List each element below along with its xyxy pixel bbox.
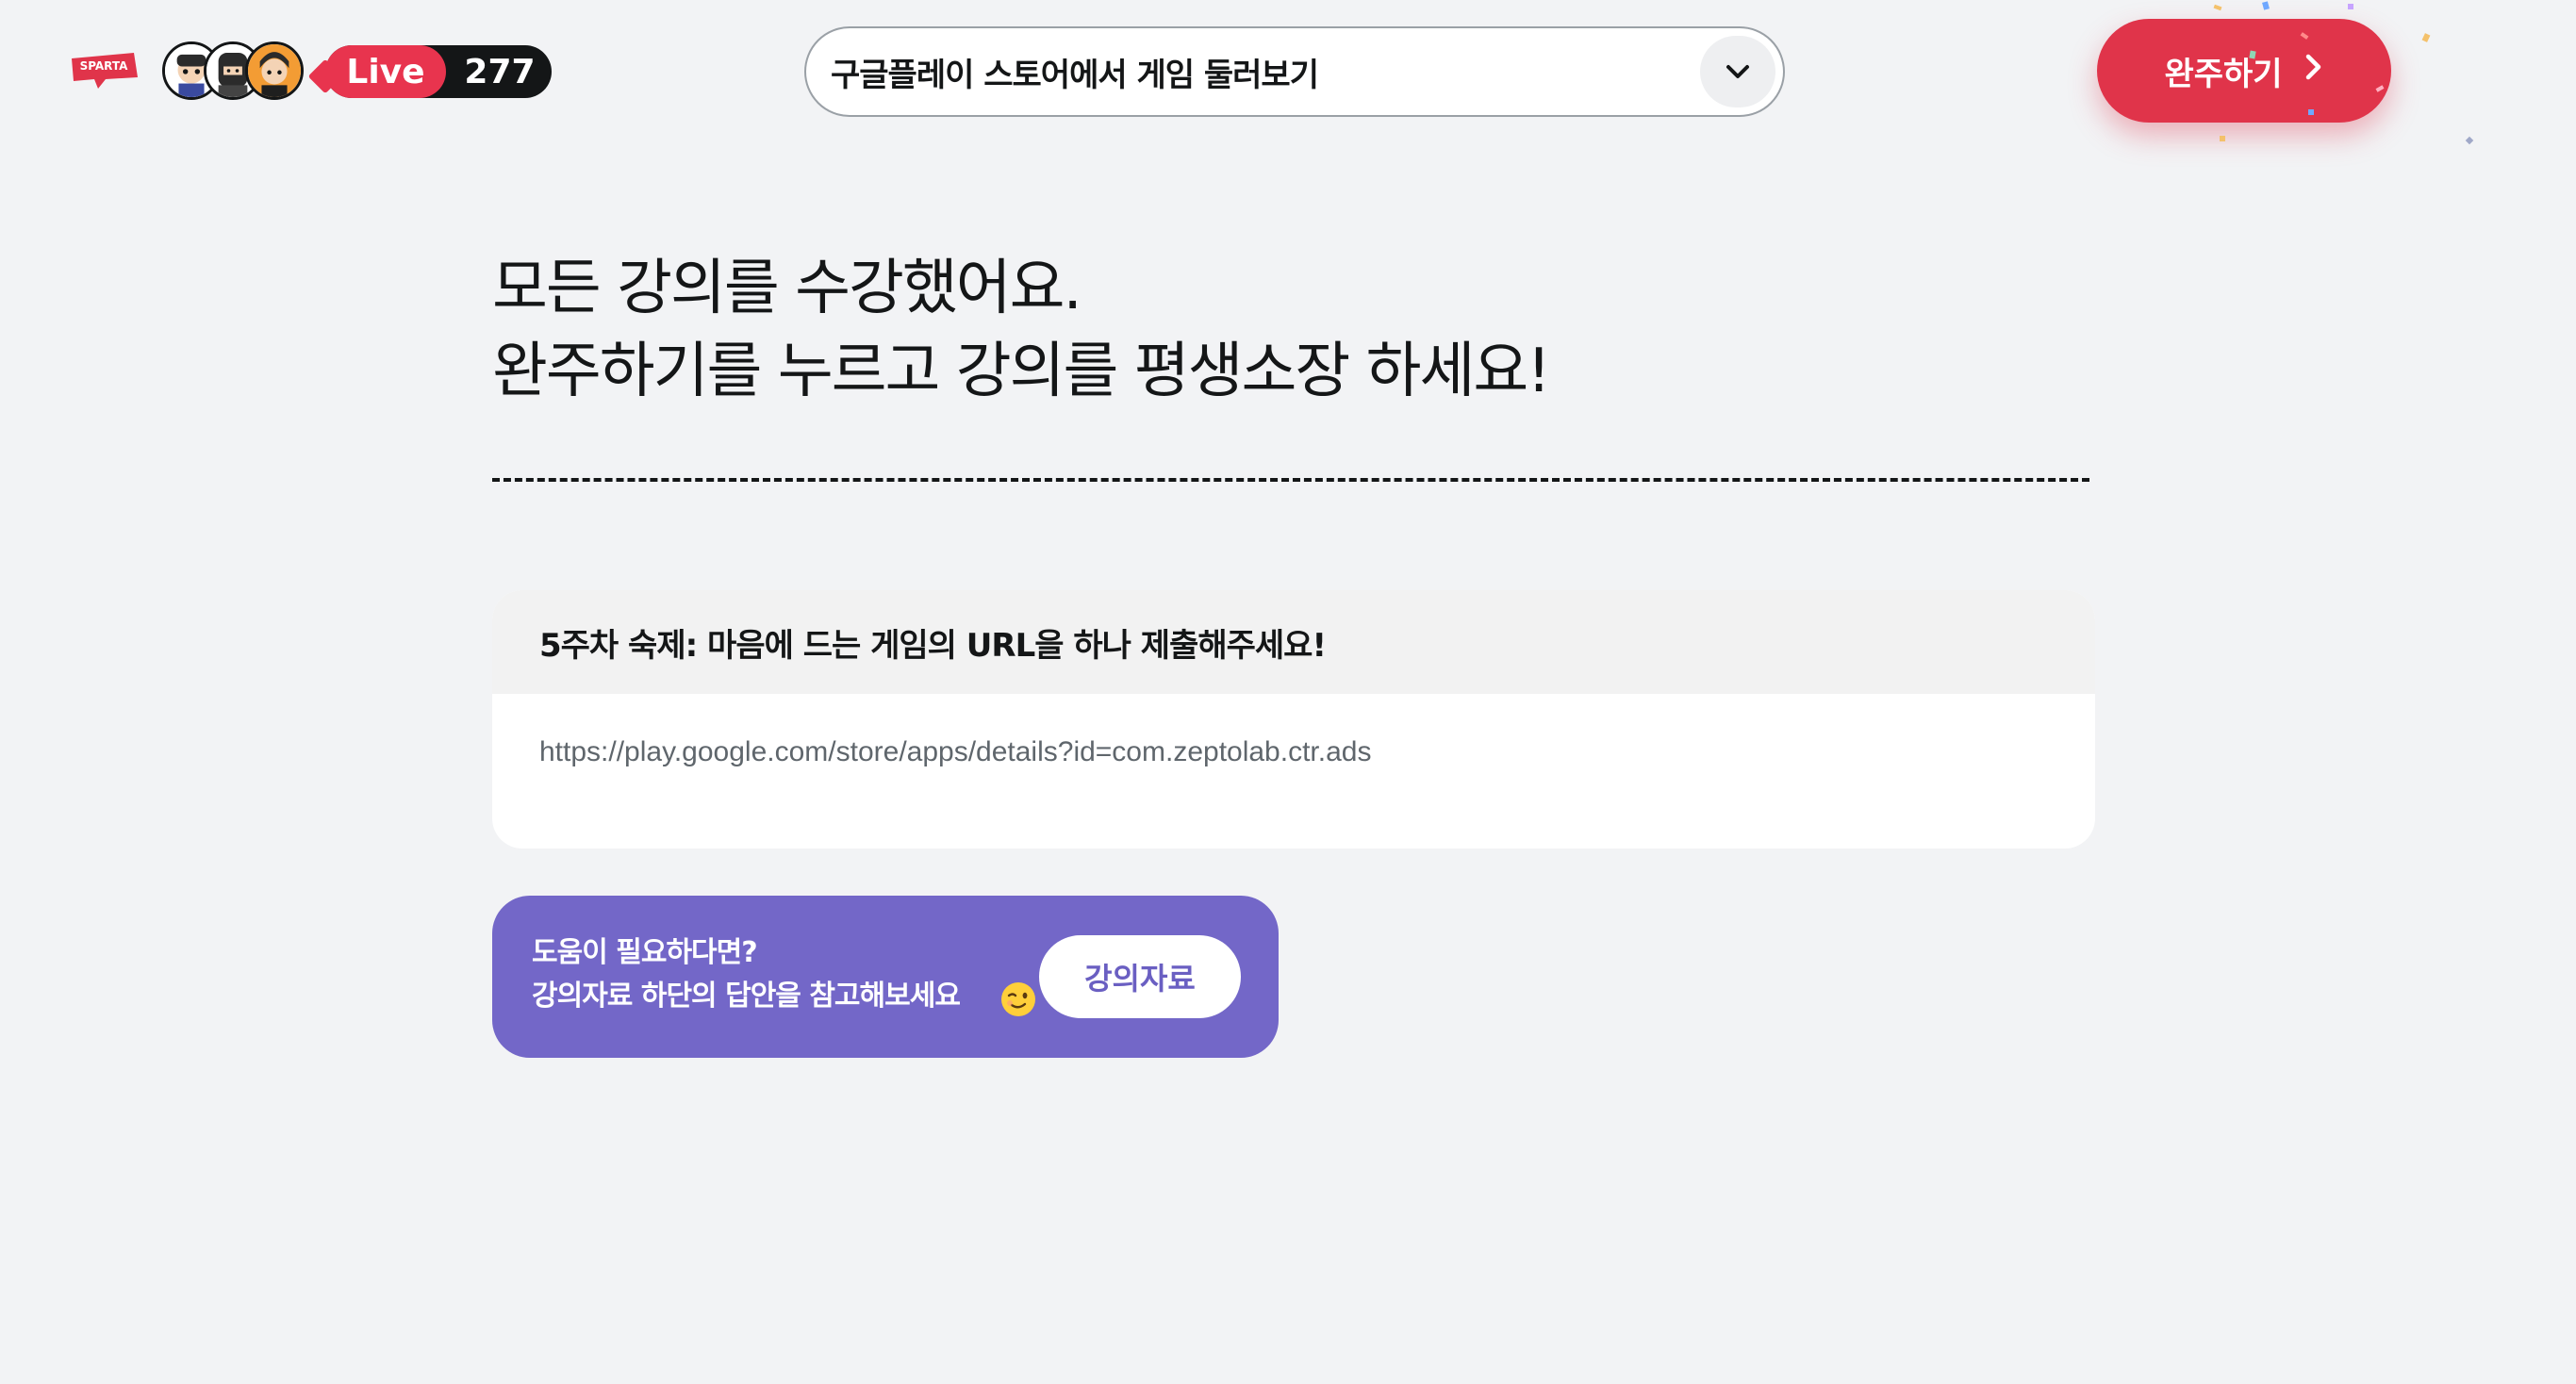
top-bar: SPARTA Live 277 구글플레이 스토어에서 게임 둘러보기 완주하기 [0, 0, 2576, 145]
lecture-select[interactable]: 구글플레이 스토어에서 게임 둘러보기 [804, 26, 1785, 117]
help-box: 도움이 필요하다면? 강의자료 하단의 답안을 참고해보세요 강의자료 [492, 896, 1279, 1058]
page-headline: 모든 강의를 수강했어요. 완주하기를 누르고 강의를 평생소장 하세요! [492, 247, 2095, 413]
homework-title: 5주차 숙제: 마음에 드는 게임의 URL을 하나 제출해주세요! [539, 626, 1327, 665]
help-text-line-1: 도움이 필요하다면? [532, 936, 758, 969]
lecture-select-value: 구글플레이 스토어에서 게임 둘러보기 [831, 56, 1319, 94]
homework-answer: https://play.google.com/store/apps/detai… [539, 736, 1372, 767]
live-viewer-count: 277 [464, 52, 536, 91]
dashed-divider [492, 478, 2089, 482]
help-text: 도움이 필요하다면? 강의자료 하단의 답안을 참고해보세요 [532, 931, 961, 1018]
headline-line-1: 모든 강의를 수강했어요. [492, 254, 1082, 323]
homework-card: 5주차 숙제: 마음에 드는 게임의 URL을 하나 제출해주세요! https… [492, 590, 2095, 849]
homework-title-bar: 5주차 숙제: 마음에 드는 게임의 URL을 하나 제출해주세요! [492, 590, 2095, 694]
chevron-down-icon[interactable] [1700, 36, 1775, 107]
help-text-line-2: 강의자료 하단의 답안을 참고해보세요 [532, 980, 961, 1013]
confetti-decoration [2206, 0, 2508, 151]
sparta-logo-icon[interactable]: SPARTA [66, 49, 141, 91]
live-label: Live [325, 45, 446, 98]
wink-emoji-icon [999, 980, 1037, 1018]
logo-text: SPARTA [80, 59, 129, 73]
avatar [245, 41, 304, 100]
lecture-material-button[interactable]: 강의자료 [1039, 935, 1241, 1018]
headline-line-2: 완주하기를 누르고 강의를 평생소장 하세요! [492, 337, 1551, 406]
